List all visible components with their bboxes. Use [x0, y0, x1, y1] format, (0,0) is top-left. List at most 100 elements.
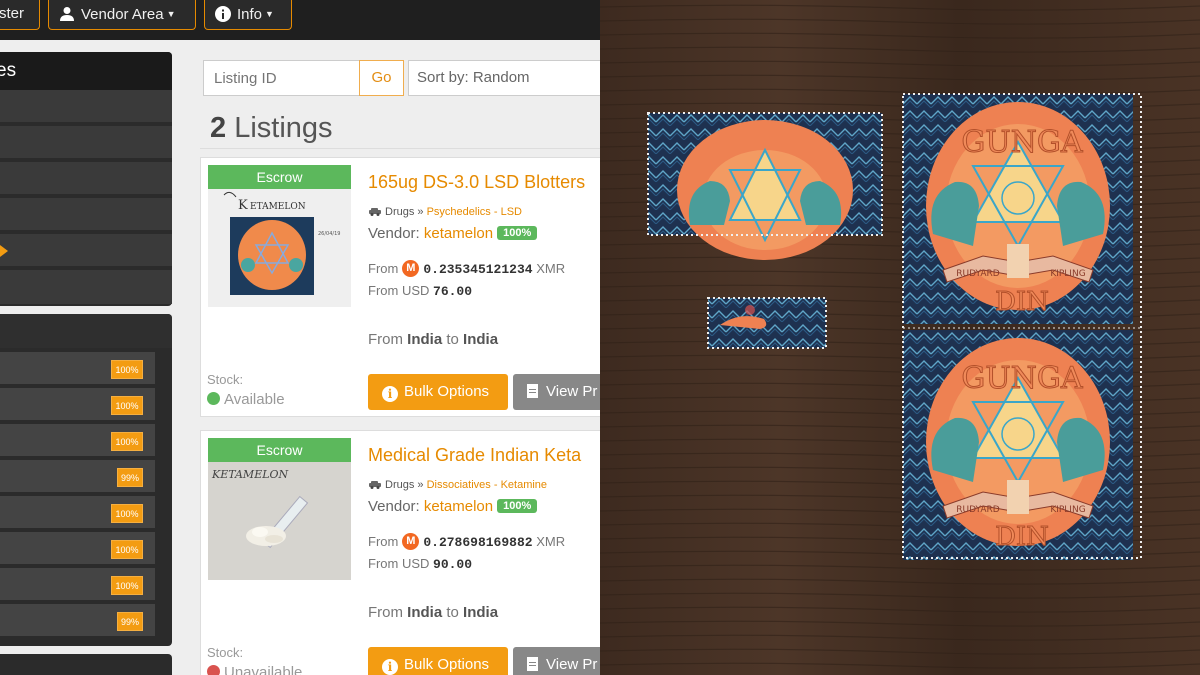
vendor-area-dropdown[interactable]: Vendor Area ▼ [48, 0, 196, 30]
stock-status-text: Unavailable [224, 664, 303, 675]
vendor-row[interactable]: 100% [0, 568, 155, 602]
price-usd-label: From USD [368, 556, 430, 571]
svg-text:26/04/19: 26/04/19 [318, 231, 340, 237]
category-root: Drugs [385, 479, 415, 491]
monero-icon [402, 533, 420, 550]
bulk-options-button[interactable]: i Bulk Options [368, 374, 508, 410]
vendor-sidebar-header [0, 314, 172, 348]
document-icon [527, 384, 538, 398]
destination-country: India [463, 331, 499, 348]
divider [200, 148, 600, 149]
user-icon [60, 7, 74, 21]
vendor-label: Vendor: [368, 498, 420, 515]
price-from-label: From [368, 261, 399, 276]
marketplace-screenshot: ster Vendor Area ▼ Info ▼ es 100% 100% 100… [0, 0, 600, 675]
vendor-rating-badge: 99% [117, 612, 143, 631]
price-xmr: 0.278698169882 [423, 535, 533, 550]
shipping-route: From India to India [368, 331, 498, 348]
bulk-options-label: Bulk Options [404, 656, 490, 673]
listing-image[interactable]: Escrow K ETAMELON 26/04/19 [208, 165, 351, 307]
category-breadcrumb: Drugs » Dissociatives - Ketamine [368, 479, 547, 491]
info-icon: i [382, 386, 398, 402]
xmr-label: XMR [536, 261, 566, 276]
listing-image[interactable]: Escrow KETAMELON [208, 438, 351, 580]
vendor-row[interactable]: 100% [0, 496, 155, 530]
shipping-route: From India to India [368, 604, 498, 621]
ribbon-left-text: RUDYARD [956, 269, 999, 279]
vendor-rating-badge: 100% [497, 499, 538, 513]
sidebar-item[interactable] [0, 90, 172, 124]
vendor-line: Vendor: ketamelon 100% [368, 225, 538, 242]
info-dropdown[interactable]: Info ▼ [204, 0, 292, 30]
vendor-rating-badge: 100% [111, 396, 143, 415]
sidebar-title-text: es [0, 60, 17, 81]
vendor-sidebar: 100% 100% 100% 99% 100% 100% 100% 99% [0, 314, 172, 646]
vendor-row[interactable]: 100% [0, 352, 155, 386]
price-usd-line: From USD 90.00 [368, 556, 472, 572]
go-button[interactable]: Go [359, 60, 404, 96]
price-from-label: From [368, 534, 399, 549]
sort-select[interactable]: Sort by: Random [408, 60, 600, 96]
view-product-label: View Pr [546, 656, 598, 673]
listing-title-link[interactable]: Medical Grade Indian Keta [368, 445, 581, 466]
sidebar-item[interactable] [0, 162, 172, 196]
listing-title-link[interactable]: 165ug DS-3.0 LSD Blotters [368, 172, 585, 193]
vendor-row[interactable]: 100% [0, 388, 155, 422]
svg-text:KETAMELON: KETAMELON [211, 468, 289, 481]
category-sidebar: es [0, 52, 172, 306]
vendor-row[interactable]: 99% [0, 460, 155, 494]
sidebar-item[interactable] [0, 126, 172, 160]
sidebar-item[interactable] [0, 270, 172, 304]
info-label: Info [237, 6, 263, 23]
blotter-photo: GUNGA DIN RUDYARD KIPLING GUNGA DIN RUDY… [600, 0, 1200, 675]
origin-country: India [407, 604, 443, 621]
monero-icon [402, 260, 420, 277]
vendor-area-label: Vendor Area [81, 6, 164, 23]
vendor-row[interactable]: 99% [0, 604, 155, 638]
sidebar-item-active[interactable] [0, 234, 172, 268]
listing-id-input[interactable] [203, 60, 360, 96]
blotter-bottom-text: DIN [995, 522, 1049, 552]
stock-status-dot [207, 665, 220, 675]
caret-down-icon: ▼ [166, 9, 176, 19]
vendor-rating-badge: 100% [111, 504, 143, 523]
blotter-bottom-text: DIN [995, 287, 1049, 317]
stock-label: Stock: [207, 372, 244, 387]
vendor-rating-badge: 99% [117, 468, 143, 487]
listings-label: Listings [234, 112, 333, 144]
category-link[interactable]: Dissociatives [427, 479, 491, 491]
vendor-label: Vendor: [368, 225, 420, 242]
blotter-top-text: GUNGA [961, 361, 1082, 396]
vendor-rating-badge: 100% [111, 540, 143, 559]
vendor-link[interactable]: ketamelon [424, 498, 493, 515]
listings-heading: 2 Listings [210, 112, 333, 145]
category-link[interactable]: Psychedelics [427, 206, 491, 218]
info-icon [215, 6, 231, 22]
price-usd-line: From USD 76.00 [368, 283, 472, 299]
vendor-link[interactable]: ketamelon [424, 225, 493, 242]
vendor-row[interactable]: 100% [0, 532, 155, 566]
sidebar-item[interactable] [0, 198, 172, 232]
stock-status-text: Available [224, 391, 285, 408]
bulk-options-button[interactable]: i Bulk Options [368, 647, 508, 675]
sidebar-title: es [0, 52, 172, 90]
escrow-badge: Escrow [208, 165, 351, 189]
route-to-label: to [446, 604, 459, 621]
listing-card: Escrow K ETAMELON 26/04/19 165ug DS-3.0 … [200, 157, 600, 417]
vendor-line: Vendor: ketamelon 100% [368, 498, 538, 515]
listing-card: Escrow KETAMELON Medical Grade Indian Ke… [200, 430, 600, 675]
subcategory-link[interactable]: Ketamine [501, 479, 547, 491]
view-product-button[interactable]: View Pr [513, 647, 600, 675]
subcategory-link[interactable]: LSD [501, 206, 522, 218]
svg-text:K: K [238, 198, 248, 213]
price-xmr-line: From 0.278698169882 XMR [368, 533, 565, 550]
escrow-badge: Escrow [208, 438, 351, 462]
register-label: ster [0, 5, 25, 22]
stock-status-dot [207, 392, 220, 405]
car-icon [369, 481, 381, 489]
xmr-label: XMR [536, 534, 566, 549]
vendor-row[interactable]: 100% [0, 424, 155, 458]
category-breadcrumb: Drugs » Psychedelics - LSD [368, 206, 522, 218]
register-button[interactable]: ster [0, 0, 40, 30]
view-product-button[interactable]: View Pr [513, 374, 600, 410]
